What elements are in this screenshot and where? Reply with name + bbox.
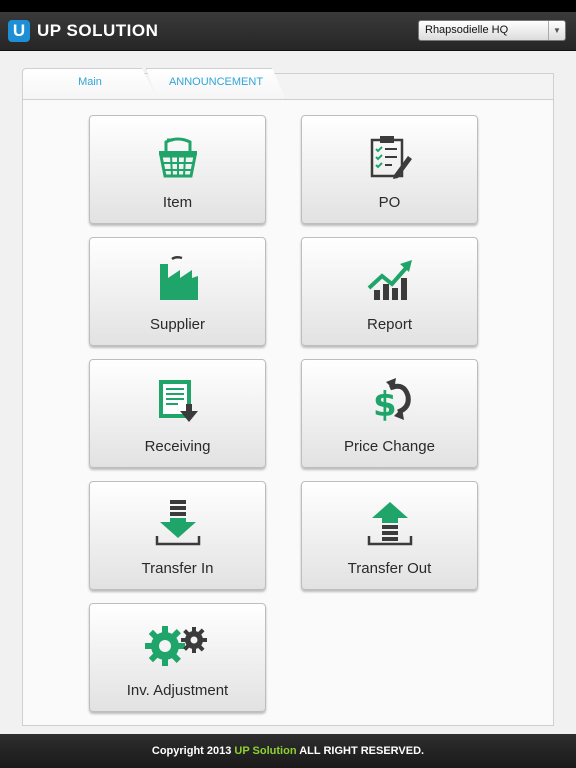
tab-announcement[interactable]: ANNOUNCEMENT <box>146 68 286 100</box>
store-select-value: Rhapsodielle HQ <box>425 24 509 36</box>
tile-label: Transfer In <box>141 560 214 577</box>
brand-name: UP SOLUTION <box>37 21 159 40</box>
tile-label: Transfer Out <box>347 560 432 577</box>
transfer-in-button[interactable]: Transfer In <box>89 481 266 590</box>
gears-icon <box>143 620 213 670</box>
footer: Copyright 2013 UP Solution ALL RIGHT RES… <box>0 734 576 768</box>
factory-icon <box>152 254 204 304</box>
tile-label: Receiving <box>144 438 211 455</box>
receiving-button[interactable]: Receiving <box>89 359 266 468</box>
tile-label: Supplier <box>149 316 206 333</box>
receiving-icon <box>152 376 204 426</box>
clipboard-icon <box>364 132 416 182</box>
tile-label: Item <box>162 194 193 211</box>
dollar-cycle-icon: $ <box>364 376 416 426</box>
arrow-up-tray-icon <box>364 498 416 548</box>
tile-label: Report <box>366 316 413 333</box>
supplier-button[interactable]: Supplier <box>89 237 266 346</box>
copyright-suffix: ALL RIGHT RESERVED. <box>296 745 425 757</box>
chevron-down-icon: ▼ <box>548 21 565 40</box>
item-button[interactable]: Item <box>89 115 266 224</box>
po-button[interactable]: PO <box>301 115 478 224</box>
arrow-down-tray-icon <box>152 498 204 548</box>
tile-label: PO <box>378 194 401 211</box>
app-header: U UP SOLUTION Rhapsodielle HQ ▼ <box>0 12 576 51</box>
report-button[interactable]: Report <box>301 237 478 346</box>
copyright-prefix: Copyright 2013 <box>151 745 235 757</box>
footer-brand: UP Solution <box>234 745 297 757</box>
logo-icon: U <box>8 20 30 42</box>
tab-main[interactable]: Main <box>22 68 158 100</box>
svg-text:$: $ <box>373 385 397 425</box>
trend-chart-icon <box>364 254 416 304</box>
transfer-out-button[interactable]: Transfer Out <box>301 481 478 590</box>
price-change-button[interactable]: $ Price Change <box>301 359 478 468</box>
tile-label: Price Change <box>344 438 435 455</box>
tile-label: Inv. Adjustment <box>126 682 229 699</box>
status-strip <box>0 0 576 12</box>
inv-adjustment-button[interactable]: Inv. Adjustment <box>89 603 266 712</box>
store-select[interactable]: Rhapsodielle HQ ▼ <box>418 20 566 41</box>
basket-icon <box>152 132 204 182</box>
